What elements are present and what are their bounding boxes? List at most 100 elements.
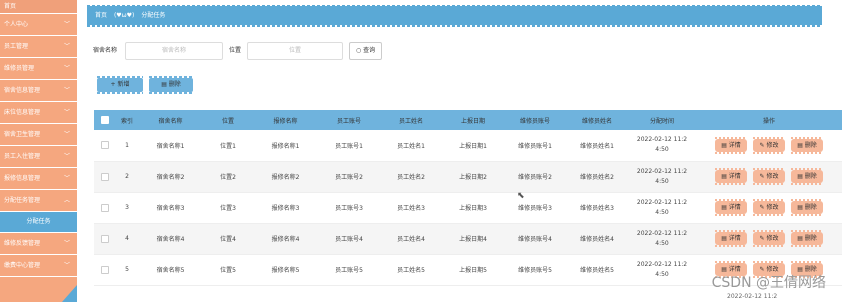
select-all-checkbox[interactable] [101,116,109,124]
breadcrumb-current: 分配任务 [141,12,166,19]
detail-label: 详情 [728,173,741,180]
table-cell-dorm: 宿舍名称3 [156,205,185,212]
heart-face-icon: (♥ω♥) [113,12,135,19]
column-header: 上报日期 [460,117,485,125]
sidebar-item-feedback[interactable]: 维修反馈管理 ﹀ [0,233,77,255]
table-cell-date: 上报日期4 [459,236,487,243]
table-cell-rname: 维修员姓名4 [580,236,614,243]
sidebar-item-dorm-hygiene[interactable]: 宿舍卫生管理 ﹀ [0,124,77,146]
table-header-row: 索引 宿舍名称 位置 报修名称 员工账号 员工姓名 上报日期 维修员账号 维修员… [94,110,842,130]
edit-label: 修改 [766,204,779,211]
row-checkbox-cell [94,161,116,192]
trash-icon: ▤ [161,81,169,88]
table-cell-ops: ▤ 详情 ✎ 修改 ▤ 删除 [696,192,842,223]
trash-icon: ▤ [797,204,805,211]
detail-icon: ▤ [721,204,729,211]
sidebar-item-label: 宿舍信息管理 [4,87,41,94]
column-header: 索引 [120,117,133,125]
table-cell-loc: 位置2 [220,174,236,181]
table-cell-racct: 维修员账号4 [518,236,552,243]
time-line-1: 2022-02-12 11:2 [636,260,688,268]
chevron-down-icon: ﹀ [63,175,70,182]
delete-button[interactable]: ▤ 删除 [791,168,823,185]
table-cell-rname: 维修员姓名1 [580,142,614,150]
location-input[interactable]: 位置 [247,42,343,60]
table-cell-date: 上报日期3 [459,205,487,212]
column-header: 位置 [221,117,234,125]
chevron-down-icon: ﹀ [63,240,70,247]
delete-label: 删除 [804,141,817,149]
edit-button[interactable]: ✎ 修改 [753,168,785,185]
detail-button[interactable]: ▤ 详情 [715,230,747,247]
row-checkbox-cell [94,254,116,285]
sidebar-item-personal-center[interactable]: 个人中心 ﹀ [0,14,77,36]
edit-button[interactable]: ✎ 修改 [753,136,785,154]
edit-button[interactable]: ✎ 修改 [753,199,785,216]
detail-button[interactable]: ▤ 详情 [715,199,747,216]
chevron-up-icon: ︿ [63,197,70,204]
row-checkbox[interactable] [101,234,109,243]
edit-button[interactable]: ✎ 修改 [753,230,785,247]
breadcrumb-home[interactable]: 首页 [95,12,107,19]
table-body: 1 宿舍名称1 位置1 报修名称1 员工账号1 员工姓名1 上报日期1 维修员账号1 维修员姓名… [94,130,842,285]
column-header: 操作 [762,117,775,125]
table-cell-loc: 位置4 [220,236,236,243]
delete-button[interactable]: ▤ 删除 [791,199,823,216]
sidebar-item-task-assign[interactable]: 分配任务管理 ︿ [0,190,77,212]
sidebar-item-home[interactable]: 首页 [0,0,77,14]
table-cell-idx: 3 [125,204,129,211]
dorm-name-input[interactable]: 宿舍名称 [125,42,223,60]
search-button[interactable]: ○ 查询 [349,42,383,60]
sidebar-item-employee[interactable]: 员工管理 ﹀ [0,36,77,58]
table-cell-idx: 5 [125,266,129,273]
column-header: 员工姓名 [398,117,423,125]
time-line-1: 2022-02-12 11:2 [636,167,688,175]
table-cell-name: 员工姓名2 [397,174,425,181]
detail-button[interactable]: ▤ 详情 [715,168,747,185]
row-checkbox[interactable] [101,265,109,274]
sidebar-item-label: 床位信息管理 [4,109,41,116]
time-line-2: 4:50 [655,208,669,216]
watermark: CSDN @王倩网络 [711,275,826,291]
sidebar-item-payment[interactable]: 缴费中心管理 ﹀ [0,255,77,277]
delete-button[interactable]: ▤ 删除 [791,136,823,154]
detail-button[interactable]: ▤ 详情 [715,136,747,154]
sidebar-subitem-task[interactable]: 分配任务 [0,212,77,233]
edit-label: 修改 [766,173,779,180]
table-row: 4 宿舍名称4 位置4 报修名称4 员工账号4 员工姓名4 上报日期4 维修员账号4 维修员姓名… [94,223,842,254]
delete-button[interactable]: ▤ 删除 [791,230,823,247]
add-button[interactable]: + 新增 [97,76,143,94]
table-cell-name: 员工姓名4 [397,236,425,243]
row-checkbox[interactable] [101,172,109,181]
column-header: 分配时间 [649,117,674,125]
search-button-label: 查询 [363,47,376,54]
table-cell-acct: 员工账号5 [335,267,363,274]
table-cell-idx: 2 [125,173,129,180]
sidebar-item-label: 报修信息管理 [4,175,41,182]
table-cell-name: 员工姓名3 [397,205,425,212]
batch-delete-button[interactable]: ▤ 删除 [149,76,193,94]
table-cell-rname: 维修员姓名3 [580,205,614,212]
delete-label: 删除 [804,204,817,211]
table-cell-racct: 维修员账号2 [518,174,552,181]
sidebar-item-label: 维修反馈管理 [4,240,41,247]
sidebar-item-repair-info[interactable]: 报修信息管理 ﹀ [0,168,77,190]
sidebar-item-dorm-info[interactable]: 宿舍信息管理 ﹀ [0,80,77,102]
row-checkbox[interactable] [101,141,109,150]
chevron-down-icon: ﹀ [63,109,70,116]
detail-icon: ▤ [721,235,729,242]
edit-label: 修改 [766,141,779,149]
chevron-down-icon: ﹀ [63,153,70,160]
column-header: 报修名称 [273,117,298,125]
detail-icon: ▤ [721,141,729,149]
sidebar-item-bed-info[interactable]: 床位信息管理 ﹀ [0,102,77,124]
sidebar-item-repairman[interactable]: 维修员管理 ﹀ [0,58,77,80]
sidebar-item-checkin[interactable]: 员工入住管理 ﹀ [0,146,77,168]
row-checkbox[interactable] [101,203,109,212]
column-header: 维修员账号 [519,117,550,125]
table-cell-loc: 位置1 [220,142,236,150]
table-cell-rname: 维修员姓名2 [580,174,614,181]
time-line-1: 2022-02-12 11:2 [636,136,688,144]
detail-label: 详情 [728,235,741,242]
delete-label: 删除 [804,235,817,242]
